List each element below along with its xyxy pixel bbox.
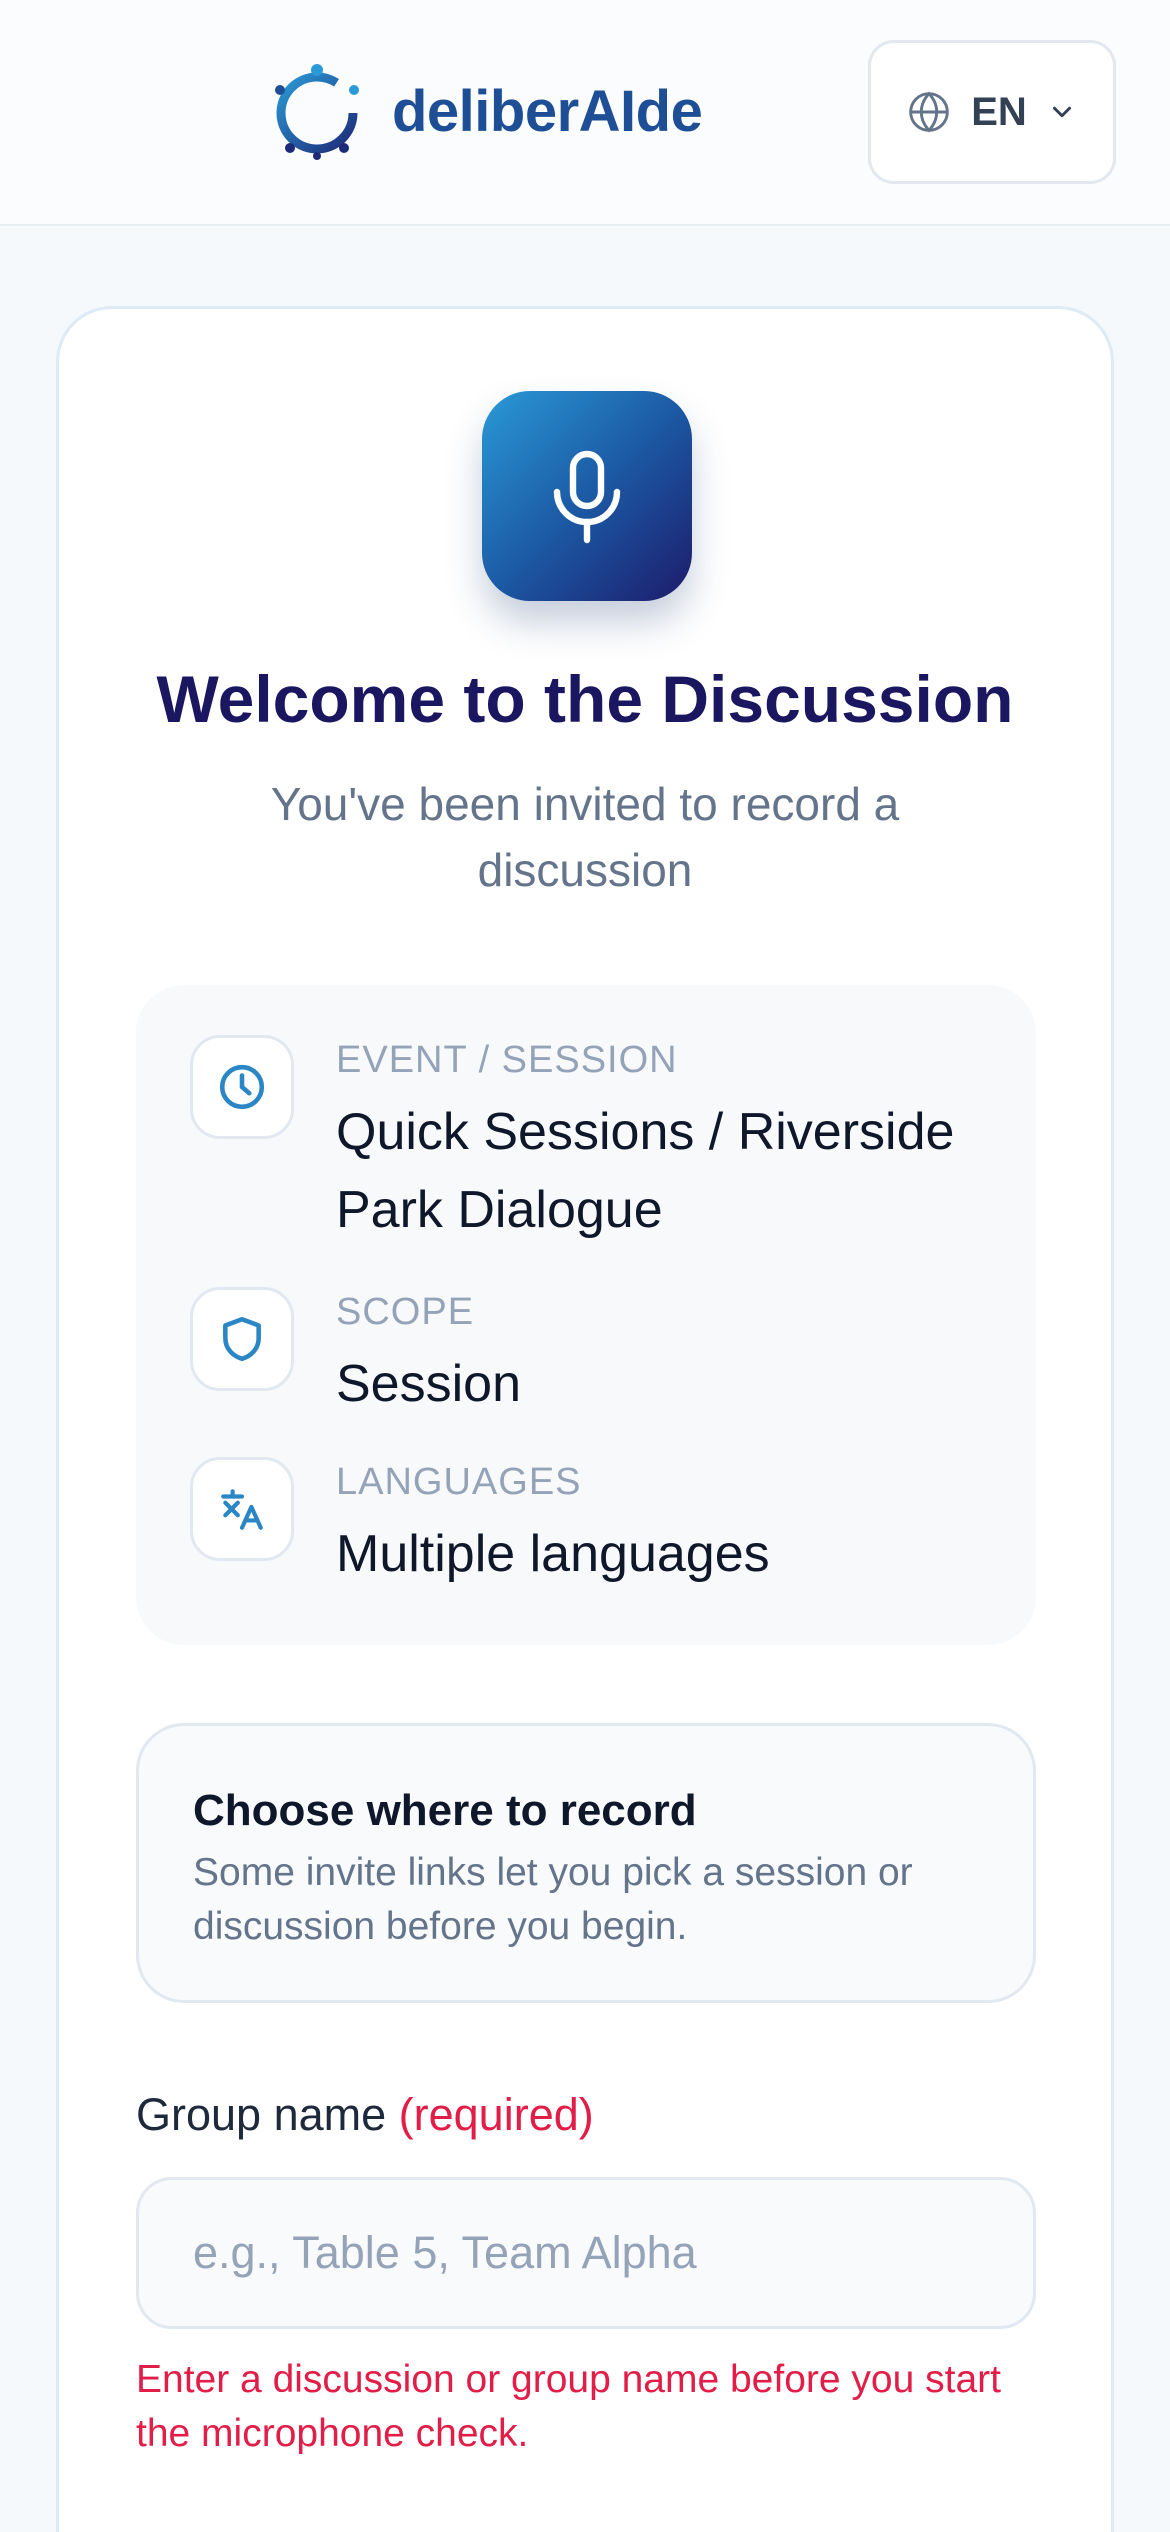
choose-description: Some invite links let you pick a session… [193,1851,913,1948]
group-name-label: Group name (required) [136,2089,594,2141]
info-value: Quick Sessions / Riverside Park Dialogue [336,1103,955,1239]
group-name-error: Enter a discussion or group name before … [136,2358,1001,2455]
info-label: LANGUAGES [336,1461,582,1503]
info-label: EVENT / SESSION [336,1039,678,1081]
language-code: EN [971,89,1027,134]
chevron-down-icon [1047,97,1077,127]
info-label: SCOPE [336,1291,475,1333]
top-header: deliberAIde EN [0,0,1170,226]
group-name-label-text: Group name [136,2089,387,2140]
shield-icon [190,1287,294,1391]
brand-name: deliberAIde [392,78,703,144]
session-info-panel: EVENT / SESSION Quick Sessions / Riversi… [136,985,1036,1645]
globe-icon [907,90,951,134]
clock-icon [190,1035,294,1139]
microphone-badge [482,391,692,601]
info-value: Session [336,1355,521,1413]
brand-logo-icon [275,64,359,160]
microphone-icon [553,450,621,544]
page-title: Welcome to the Discussion [156,662,1014,736]
required-indicator: (required) [398,2089,594,2140]
language-selector[interactable]: EN [868,40,1116,184]
choose-recording-target[interactable]: Choose where to record Some invite links… [136,1723,1036,2003]
translate-icon [190,1457,294,1561]
choose-title: Choose where to record [193,1786,697,1835]
info-value: Multiple languages [336,1525,770,1583]
page-subtitle: You've been invited to record a discussi… [270,778,900,896]
welcome-card: Welcome to the Discussion You've been in… [56,306,1114,2532]
group-name-input[interactable] [136,2177,1036,2329]
brand-logo[interactable]: deliberAIde [262,56,703,166]
